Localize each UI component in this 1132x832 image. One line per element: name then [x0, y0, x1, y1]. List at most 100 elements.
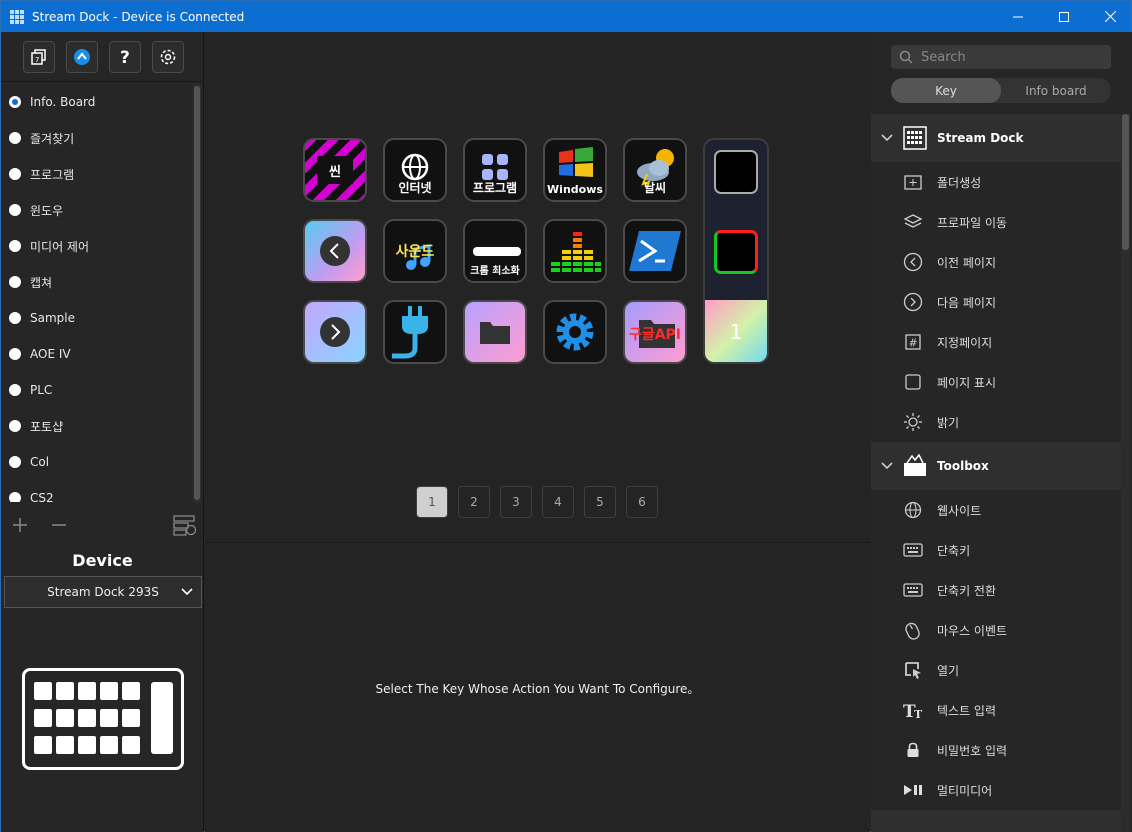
profile-scrollbar[interactable]	[193, 84, 201, 502]
close-button[interactable]	[1087, 1, 1132, 32]
key-internet[interactable]: 인터넷	[383, 138, 447, 202]
action-scrollbar[interactable]	[1121, 114, 1130, 832]
page-button[interactable]: 6	[626, 486, 658, 518]
profile-item[interactable]: 즐겨찾기	[1, 120, 193, 156]
radio-icon[interactable]	[9, 348, 21, 360]
action-item[interactable]: 비밀번호 입력	[871, 730, 1121, 770]
radio-icon[interactable]	[9, 456, 21, 468]
key-google-api[interactable]: 구글API	[623, 300, 687, 364]
key-settings-gear[interactable]	[543, 300, 607, 364]
action-item[interactable]: 폴더생성	[871, 162, 1121, 202]
action-item[interactable]: 열기	[871, 650, 1121, 690]
add-profile-button[interactable]	[12, 517, 28, 537]
settings-button[interactable]	[152, 40, 184, 73]
maximize-icon	[1059, 11, 1069, 22]
radio-icon[interactable]	[9, 384, 21, 396]
category-next[interactable]	[871, 810, 1121, 832]
tab-key[interactable]: Key	[891, 78, 1001, 103]
page-button[interactable]: 1	[416, 486, 448, 518]
search-input[interactable]: Search	[891, 45, 1111, 69]
page-selector: 1 2 3 4 5 6	[416, 486, 658, 518]
action-item[interactable]: T T 텍스트 입력	[871, 690, 1121, 730]
chevron-right-circle-icon	[320, 317, 350, 347]
key-open-folder[interactable]	[463, 300, 527, 364]
radio-icon[interactable]	[9, 240, 21, 252]
profile-item[interactable]: Sample	[1, 300, 193, 336]
chevron-down-icon	[881, 134, 893, 142]
page-button[interactable]: 4	[542, 486, 574, 518]
stream-dock-app-icon	[10, 9, 24, 24]
powershell-icon	[629, 231, 681, 271]
profile-label: Info. Board	[30, 95, 96, 109]
tab-info-board[interactable]: Info board	[1001, 78, 1111, 103]
profile-label: AOE IV	[30, 347, 71, 361]
close-icon	[1104, 11, 1116, 22]
device-select[interactable]: Stream Dock 293S	[4, 576, 202, 608]
radio-icon[interactable]	[9, 168, 21, 180]
key-label: 인터넷	[398, 181, 432, 195]
radio-icon[interactable]	[9, 492, 21, 502]
minimize-button[interactable]	[995, 1, 1041, 32]
key-tall-column[interactable]: 1	[703, 138, 769, 364]
page-button[interactable]: 3	[500, 486, 532, 518]
profile-item[interactable]: Col	[1, 444, 193, 480]
profile-item[interactable]: 포토샵	[1, 408, 193, 444]
store-button[interactable]	[66, 40, 98, 73]
hash-icon: #	[903, 332, 923, 352]
category-toolbox[interactable]: Toolbox	[871, 442, 1121, 490]
profile-item[interactable]: 프로그램	[1, 156, 193, 192]
action-item[interactable]: 멀티미디어	[871, 770, 1121, 810]
action-item[interactable]: 단축키	[871, 530, 1121, 570]
scroll-thumb[interactable]	[194, 86, 200, 500]
key-windows[interactable]: Windows	[543, 138, 607, 202]
radio-selected-icon[interactable]	[9, 96, 21, 108]
action-item[interactable]: # 지정페이지	[871, 322, 1121, 362]
scroll-thumb[interactable]	[1122, 114, 1129, 250]
profile-item[interactable]: 미디어 제어	[1, 228, 193, 264]
page-button[interactable]: 5	[584, 486, 616, 518]
action-item[interactable]: 단축키 전환	[871, 570, 1121, 610]
profile-item[interactable]: Info. Board	[1, 84, 193, 120]
radio-icon[interactable]	[9, 204, 21, 216]
question-icon: ?	[120, 48, 130, 66]
action-item[interactable]: 페이지 표시	[871, 362, 1121, 402]
radio-icon[interactable]	[9, 276, 21, 288]
remove-profile-button[interactable]	[51, 517, 67, 537]
action-item[interactable]: 다음 페이지	[871, 282, 1121, 322]
profile-item[interactable]: 윈도우	[1, 192, 193, 228]
maximize-button[interactable]	[1041, 1, 1087, 32]
profile-item[interactable]: AOE IV	[1, 336, 193, 372]
key-sound[interactable]: 사운드	[383, 219, 447, 283]
apps-icon	[482, 154, 508, 180]
key-powershell[interactable]	[623, 219, 687, 283]
action-item[interactable]: 웹사이트	[871, 490, 1121, 530]
action-label: 폴더생성	[937, 175, 982, 190]
help-button[interactable]: ?	[109, 40, 141, 73]
key-power-plug[interactable]	[383, 300, 447, 364]
page-button[interactable]: 2	[458, 486, 490, 518]
key-scene[interactable]: 씬	[303, 138, 367, 202]
key-programs[interactable]: 프로그램	[463, 138, 527, 202]
category-stream-dock[interactable]: Stream Dock	[871, 114, 1121, 162]
key-prev-page[interactable]	[303, 219, 367, 283]
profile-label: 캡쳐	[30, 275, 53, 290]
action-item[interactable]: 프로파일 이동	[871, 202, 1121, 242]
multi-profile-button[interactable]: 7	[23, 40, 55, 73]
key-equalizer[interactable]	[543, 219, 607, 283]
action-item[interactable]: 밝기	[871, 402, 1121, 442]
action-label: 마우스 이벤트	[937, 623, 1008, 638]
profile-item[interactable]: CS2	[1, 480, 193, 502]
radio-icon[interactable]	[9, 132, 21, 144]
radio-icon[interactable]	[9, 312, 21, 324]
profile-manage-button[interactable]	[173, 514, 197, 540]
cpu-chip-gray-icon	[714, 150, 758, 194]
profile-label: 포토샵	[30, 419, 64, 434]
action-item[interactable]: 마우스 이벤트	[871, 610, 1121, 650]
radio-icon[interactable]	[9, 420, 21, 432]
profile-item[interactable]: PLC	[1, 372, 193, 408]
action-item[interactable]: 이전 페이지	[871, 242, 1121, 282]
key-minimize-chrome[interactable]: 크롬 최소화	[463, 219, 527, 283]
key-weather[interactable]: 날씨	[623, 138, 687, 202]
key-next-page[interactable]	[303, 300, 367, 364]
profile-item[interactable]: 캡쳐	[1, 264, 193, 300]
